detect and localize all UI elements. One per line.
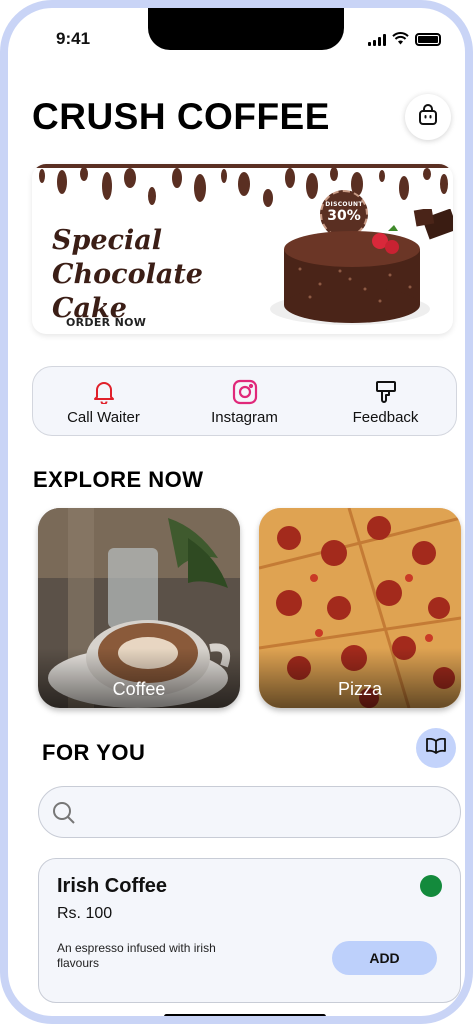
search-icon [51, 800, 77, 830]
shopping-bag-icon [416, 103, 440, 131]
bell-icon [44, 377, 164, 407]
explore-tile-coffee[interactable]: Coffee [38, 508, 240, 708]
thumbs-down-icon [326, 377, 446, 407]
discount-label: DISCOUNT [325, 201, 363, 208]
menu-item-card[interactable]: Irish Coffee Rs. 100 An espresso infused… [38, 858, 461, 1003]
notch [148, 8, 344, 50]
phone-frame: 9:41 CRUSH COFFEE Special Chocolate Cake… [0, 0, 473, 1024]
shopping-bag-button[interactable] [405, 94, 451, 140]
battery-icon [415, 33, 441, 46]
banner-title-line1: Special [52, 225, 163, 256]
open-book-icon [426, 737, 446, 758]
brand-title: CRUSH COFFEE [32, 96, 330, 137]
feedback-button[interactable]: Feedback [326, 377, 446, 426]
chocolate-cake-image [270, 209, 453, 325]
status-time: 9:41 [56, 29, 91, 48]
instagram-label: Instagram [211, 408, 278, 426]
menu-book-button[interactable] [416, 728, 456, 768]
item-name: Irish Coffee [57, 875, 168, 897]
explore-tile-label: Pizza [337, 679, 382, 699]
item-description: An espresso infused with irish flavours [57, 941, 216, 970]
search-bar [38, 786, 461, 838]
signal-icon [368, 33, 386, 46]
chocolate-drip-decoration [32, 164, 453, 207]
add-button[interactable]: ADD [332, 941, 437, 975]
order-now-link[interactable]: ORDER NOW [66, 316, 146, 329]
veg-indicator [420, 875, 442, 897]
instagram-button[interactable]: Instagram [185, 377, 305, 426]
status-icons [368, 30, 441, 49]
call-waiter-button[interactable]: Call Waiter [44, 377, 164, 426]
search-input[interactable] [93, 799, 443, 827]
instagram-icon [185, 377, 305, 407]
banner-title: Special Chocolate Cake [52, 224, 272, 326]
for-you-title: FOR YOU [42, 740, 146, 765]
explore-title: EXPLORE NOW [33, 467, 204, 492]
feedback-label: Feedback [352, 408, 419, 426]
explore-tile-label: Coffee [112, 679, 166, 699]
wifi-icon [392, 30, 409, 49]
promo-banner[interactable]: Special Chocolate Cake ORDER NOW DISCOUN… [32, 164, 453, 334]
item-price: Rs. 100 [57, 905, 113, 922]
call-waiter-label: Call Waiter [67, 408, 140, 426]
home-indicator [164, 1014, 326, 1016]
explore-tile-pizza[interactable]: Pizza [259, 508, 461, 708]
quick-actions-bar: Call Waiter Instagram Feedback [32, 366, 457, 436]
